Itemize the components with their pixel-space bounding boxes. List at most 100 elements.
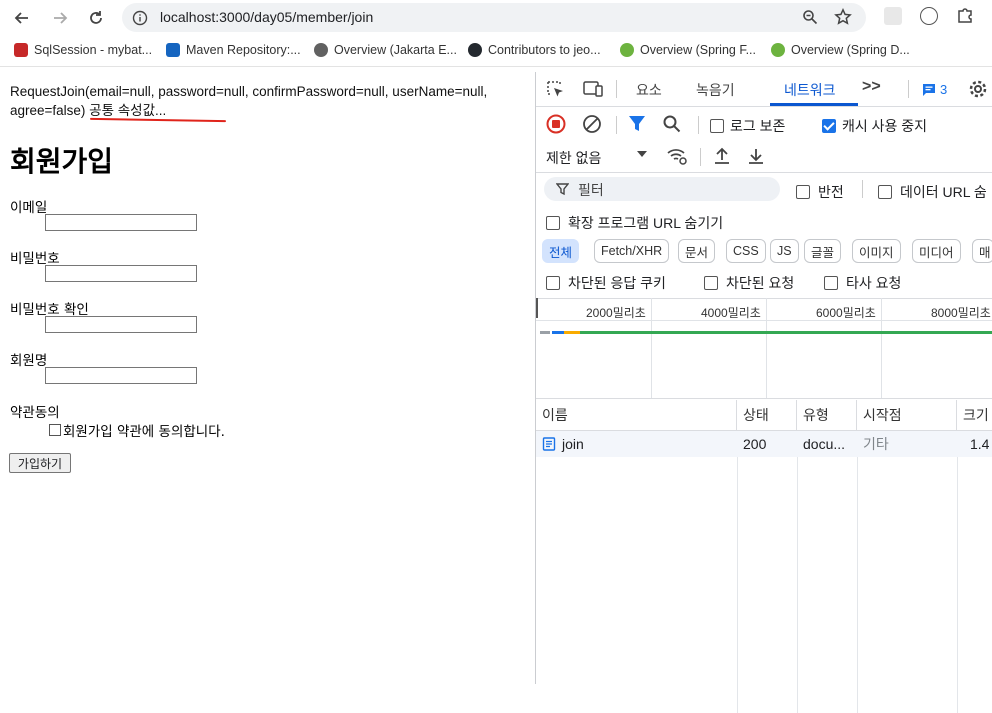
column-size[interactable]: 크기 [957, 400, 992, 430]
extensions-puzzle-icon[interactable] [956, 6, 974, 27]
agree-checkbox[interactable] [49, 424, 61, 436]
search-icon[interactable] [662, 114, 682, 137]
confirm-password-field[interactable] [45, 316, 197, 333]
preserve-log-label: 로그 보존 [730, 118, 786, 134]
network-overview[interactable]: 2000밀리초 4000밀리초 6000밀리초 8000밀리초 [536, 298, 992, 399]
url-text[interactable]: localhost:3000/day05/member/join [160, 9, 373, 25]
agree-label[interactable]: 회원가입 약관에 동의합니다. [63, 420, 225, 440]
filter-row: 필터 반전 데이터 URL 숨 [536, 174, 992, 204]
join-button[interactable]: 가입하기 [9, 453, 71, 473]
table-row[interactable]: join 200 docu... 기타 1.4 [536, 431, 992, 457]
confirm-password-label: 비밀번호 확인 [10, 302, 89, 318]
bookmark-item[interactable]: Overview (Spring F... [620, 43, 756, 57]
filter-funnel-icon[interactable] [628, 114, 646, 137]
preserve-log-checkbox[interactable] [710, 119, 724, 133]
column-divider [737, 431, 738, 713]
browser-toolbar: localhost:3000/day05/member/join [0, 0, 992, 36]
back-icon[interactable] [10, 6, 34, 30]
hide-extension-urls-checkbox[interactable] [546, 216, 560, 230]
address-bar[interactable]: localhost:3000/day05/member/join [122, 3, 866, 32]
globe-icon [314, 43, 328, 57]
invert-toggle[interactable]: 반전 [796, 182, 844, 202]
bookmark-item[interactable]: Overview (Jakarta E... [314, 43, 457, 57]
disable-cache-toggle[interactable]: 캐시 사용 중지 [822, 116, 927, 136]
request-size: 1.4 [970, 436, 990, 452]
divider [616, 116, 617, 134]
column-name[interactable]: 이름 [536, 400, 737, 430]
device-toolbar-icon[interactable] [582, 80, 604, 101]
page-viewport: RequestJoin(email=null, password=null, c… [0, 72, 535, 684]
site-info-icon[interactable] [132, 10, 148, 29]
tab-recorder[interactable]: 녹음기 [696, 80, 735, 100]
export-har-icon[interactable] [746, 146, 766, 169]
throttle-select[interactable]: 제한 없음 [546, 148, 601, 168]
settings-gear-icon[interactable] [968, 79, 988, 102]
blocked-cookies-toggle[interactable]: 차단된 응답 쿠키 [546, 273, 666, 293]
timeline-tick: 8000밀리초 [931, 306, 991, 320]
page-title: 회원가입 [10, 145, 114, 178]
request-initiator: 기타 [863, 436, 889, 452]
column-type[interactable]: 유형 [797, 400, 857, 430]
hide-data-urls-toggle[interactable]: 데이터 URL 숨 [878, 182, 987, 202]
username-field[interactable] [45, 367, 197, 384]
preserve-log-toggle[interactable]: 로그 보존 [710, 116, 785, 136]
network-conditions-icon[interactable] [666, 146, 688, 169]
tab-elements[interactable]: 요소 [636, 80, 662, 100]
agree-section-label: 약관동의 [10, 405, 60, 421]
devtools-tabbar: 요소 녹음기 네트워크 >> 3 [536, 72, 992, 107]
type-filter-css[interactable]: CSS [726, 239, 766, 263]
third-party-toggle[interactable]: 타사 요청 [824, 273, 901, 293]
inspect-element-icon[interactable] [546, 80, 566, 101]
password-field[interactable] [45, 265, 197, 282]
hide-data-urls-checkbox[interactable] [878, 185, 892, 199]
bookmark-item[interactable]: Overview (Spring D... [771, 43, 910, 57]
import-har-icon[interactable] [712, 146, 732, 169]
bookmarks-bar: SqlSession - mybat... Maven Repository:.… [0, 36, 992, 67]
filter-input[interactable]: 필터 [544, 177, 780, 201]
blocked-requests-toggle[interactable]: 차단된 요청 [704, 273, 794, 293]
extension-icon[interactable] [884, 7, 902, 25]
type-filter-media[interactable]: 미디어 [912, 239, 961, 263]
email-field[interactable] [45, 214, 197, 231]
messages-badge[interactable]: 3 [922, 82, 947, 97]
type-filter-manifest[interactable]: 매 [972, 239, 992, 263]
bookmark-label: Overview (Spring D... [791, 43, 910, 57]
request-table-header: 이름 상태 유형 시작점 크기 [536, 400, 992, 431]
bookmark-star-icon[interactable] [834, 7, 852, 29]
blocked-row: 차단된 응답 쿠키 차단된 요청 타사 요청 [536, 270, 992, 299]
bookmark-label: Overview (Jakarta E... [334, 43, 457, 57]
stop-recording-icon[interactable] [546, 114, 566, 137]
zoom-icon[interactable] [802, 9, 818, 28]
throttle-row: 제한 없음 [536, 140, 992, 173]
type-filter-fetch[interactable]: Fetch/XHR [594, 239, 670, 263]
grid-line [766, 298, 767, 398]
reload-icon[interactable] [84, 6, 108, 30]
tab-network[interactable]: 네트워크 [784, 80, 836, 100]
invert-checkbox[interactable] [796, 185, 810, 199]
overview-handle[interactable] [536, 298, 538, 318]
type-filter-doc[interactable]: 문서 [678, 239, 716, 263]
column-status[interactable]: 상태 [737, 400, 797, 430]
hide-extension-urls-toggle[interactable]: 확장 프로그램 URL 숨기기 [546, 213, 723, 233]
third-party-checkbox[interactable] [824, 276, 838, 290]
more-tabs-icon[interactable]: >> [862, 78, 881, 96]
column-initiator[interactable]: 시작점 [857, 400, 957, 430]
disable-cache-checkbox[interactable] [822, 119, 836, 133]
forward-icon[interactable] [48, 6, 72, 30]
overview-bar [580, 331, 992, 334]
bookmark-item[interactable]: Contributors to jeo... [468, 43, 601, 57]
bookmark-item[interactable]: SqlSession - mybat... [14, 43, 152, 57]
type-filter-js[interactable]: JS [770, 239, 799, 263]
devtools-panel: 요소 녹음기 네트워크 >> 3 로그 보존 캐시 사용 중지 제한 없음 필터… [535, 72, 992, 713]
type-filter-img[interactable]: 이미지 [852, 239, 901, 263]
profile-extension-icon[interactable] [920, 7, 938, 25]
type-filter-font[interactable]: 글꼴 [804, 239, 842, 263]
bookmark-item[interactable]: Maven Repository:... [166, 43, 301, 57]
bookmark-label: Maven Repository:... [186, 43, 301, 57]
request-name-cell[interactable]: join [536, 431, 737, 457]
clear-icon[interactable] [582, 114, 602, 137]
chevron-down-icon[interactable] [636, 148, 648, 163]
blocked-cookies-checkbox[interactable] [546, 276, 560, 290]
blocked-requests-checkbox[interactable] [704, 276, 718, 290]
type-filter-all[interactable]: 전체 [542, 239, 580, 263]
